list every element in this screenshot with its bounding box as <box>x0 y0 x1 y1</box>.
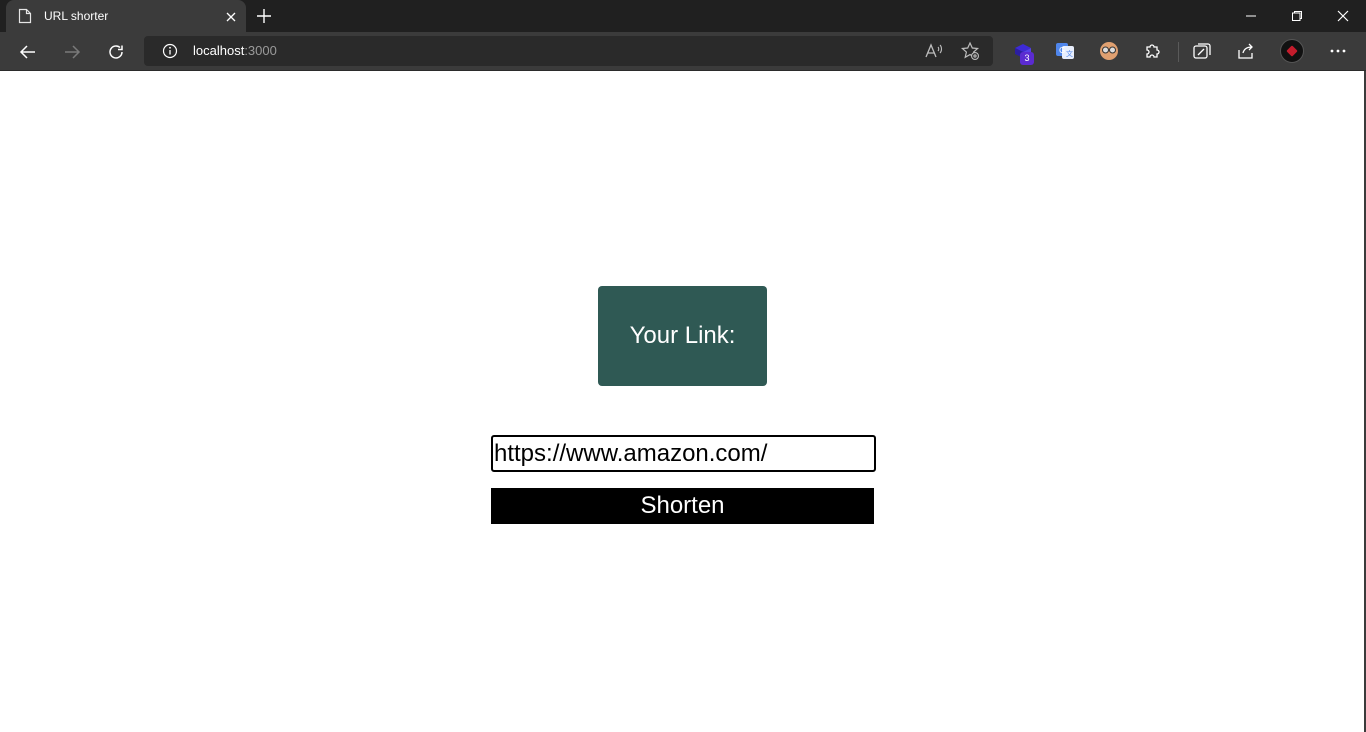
glasses-extension-icon[interactable] <box>1098 40 1120 62</box>
read-aloud-icon[interactable] <box>924 42 944 60</box>
tab-strip: URL shorter <box>0 0 1366 32</box>
url-text[interactable]: localhost:3000 <box>193 43 277 59</box>
extension-badge: 3 <box>1020 52 1034 65</box>
tab-title: URL shorter <box>44 9 109 23</box>
svg-text:文: 文 <box>1066 49 1073 58</box>
puzzle-extensions-icon[interactable] <box>1142 40 1164 62</box>
reload-icon[interactable] <box>103 39 129 65</box>
translate-icon[interactable]: G文 <box>1054 40 1076 62</box>
site-info-icon[interactable] <box>162 43 178 59</box>
restore-icon[interactable] <box>1274 0 1320 32</box>
your-link-label: Your Link: <box>629 322 736 349</box>
forward-arrow-icon[interactable] <box>59 39 85 65</box>
url-input[interactable] <box>491 435 876 472</box>
toolbar-divider <box>1178 42 1179 62</box>
share-icon[interactable] <box>1235 40 1257 62</box>
close-tab-icon[interactable] <box>224 9 238 23</box>
shorten-button[interactable]: Shorten <box>491 488 874 524</box>
back-arrow-icon[interactable] <box>15 39 41 65</box>
your-link-box: Your Link: <box>598 286 767 386</box>
page-icon <box>18 8 32 24</box>
more-options-icon[interactable] <box>1327 40 1349 62</box>
close-window-icon[interactable] <box>1320 0 1366 32</box>
profile-avatar[interactable] <box>1280 39 1304 63</box>
browser-tab[interactable]: URL shorter <box>6 0 246 32</box>
address-bar[interactable]: localhost:3000 <box>144 36 993 66</box>
collections-icon[interactable] <box>1191 40 1213 62</box>
add-favorite-icon[interactable] <box>960 41 980 61</box>
svg-text:G: G <box>1059 46 1065 55</box>
page-content: Your Link: Shorten <box>0 71 1364 732</box>
new-tab-icon[interactable] <box>256 8 272 24</box>
minimize-icon[interactable] <box>1228 0 1274 32</box>
